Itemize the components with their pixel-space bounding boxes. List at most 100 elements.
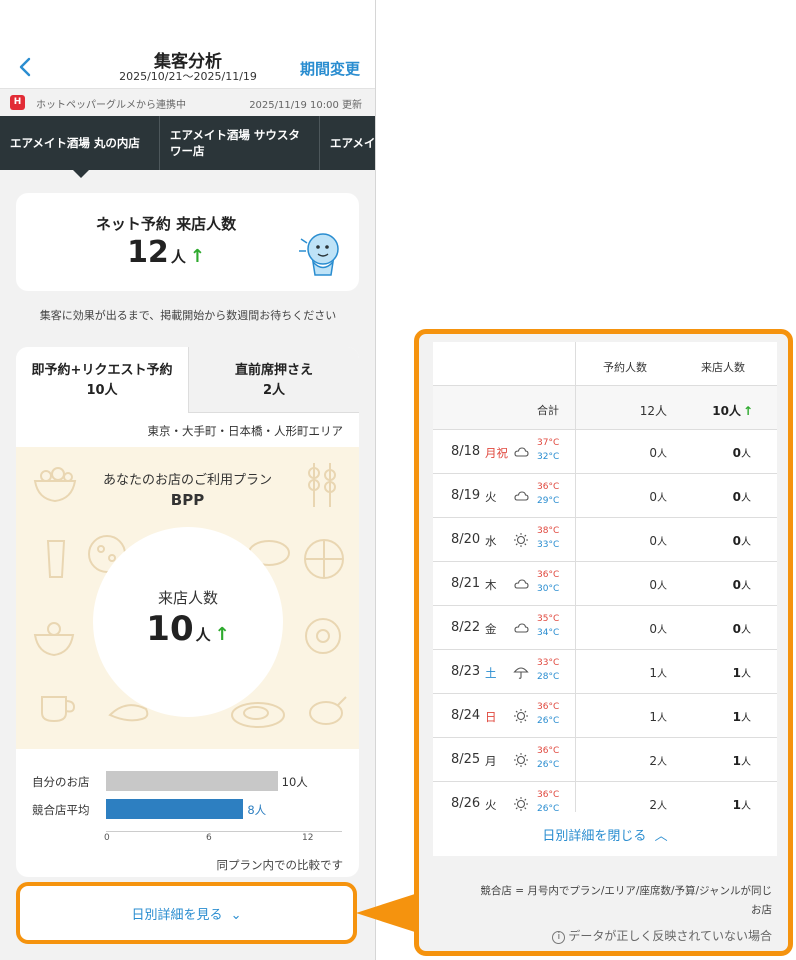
row-visits-value: 1 xyxy=(732,798,741,812)
net-reservation-card: ネット予約 来店人数 12 人 ↑ xyxy=(16,193,359,291)
close-daily-detail-button[interactable]: 日別詳細を閉じる ︿ xyxy=(433,812,777,856)
row-date: 8/18 xyxy=(451,444,481,459)
row-visits: 1人 xyxy=(691,753,751,768)
comparison-note: 同プラン内での比較です xyxy=(216,858,344,872)
row-reservations-unit: 人 xyxy=(657,625,667,636)
row-visits-value: 0 xyxy=(732,578,741,592)
row-reservations: 0人 xyxy=(607,577,667,592)
row-reservations-value: 0 xyxy=(649,490,657,504)
row-visits: 0人 xyxy=(691,577,751,592)
competitor-definition-note: 競合店 = 月号内でプラン/エリア/座席数/予算/ジャンルが同じ お店 xyxy=(432,882,772,920)
sun-icon xyxy=(513,752,529,768)
row-day-of-week: 月 xyxy=(485,754,497,768)
row-reservations-unit: 人 xyxy=(657,581,667,592)
bar-value-label: 10人 xyxy=(281,775,308,789)
chevron-down-icon: ⌄ xyxy=(230,908,242,923)
row-reservations-unit: 人 xyxy=(657,757,667,768)
row-visits: 0人 xyxy=(691,489,751,504)
row-visits: 1人 xyxy=(691,709,751,724)
row-reservations: 0人 xyxy=(607,489,667,504)
table-row: 8/26 火 36°C 26°C 2人 1人 xyxy=(433,782,777,812)
table-header-row: 予約人数 来店人数 xyxy=(433,342,777,386)
total-label: 合計 xyxy=(537,404,559,417)
row-visits: 1人 xyxy=(691,665,751,680)
area-label: 東京・大手町・日本橋・人形町エリア xyxy=(147,424,344,438)
trend-up-icon: ↑ xyxy=(189,246,205,267)
plan-name: BPP xyxy=(170,491,205,509)
store-tab-partial[interactable]: エアメイ xyxy=(320,116,375,170)
row-high-temp: 36°C xyxy=(537,746,560,756)
col-visits-header: 来店人数 xyxy=(701,361,745,374)
row-reservations-value: 0 xyxy=(649,534,657,548)
row-low-temp: 28°C xyxy=(537,672,560,682)
store-tab-marunouchi[interactable]: エアメイト酒場 丸の内店 xyxy=(0,116,160,170)
row-visits-unit: 人 xyxy=(741,581,751,592)
row-high-temp: 36°C xyxy=(537,790,560,800)
row-visits: 0人 xyxy=(691,445,751,460)
row-high-temp: 33°C xyxy=(537,658,560,668)
table-row: 8/22 金 35°C 34°C 0人 0人 xyxy=(433,606,777,650)
view-daily-detail-button[interactable]: 日別詳細を見る ⌄ xyxy=(20,904,353,923)
net-reservation-label: ネット予約 来店人数 xyxy=(95,215,237,233)
row-visits-value: 0 xyxy=(732,534,741,548)
row-high-temp: 36°C xyxy=(537,702,560,712)
tab-last-minute-title: 直前席押さえ xyxy=(234,363,313,378)
change-period-button[interactable]: 期間変更 xyxy=(300,58,360,79)
total-visits: 10人 ↑ xyxy=(695,402,753,419)
tab-instant-value: 10人 xyxy=(86,383,118,398)
row-reservations-value: 1 xyxy=(649,710,657,724)
sun-icon xyxy=(513,708,529,724)
row-low-temp: 30°C xyxy=(537,584,560,594)
bar-0 xyxy=(106,771,278,791)
table-total-row: 合計 12人 10人 ↑ xyxy=(433,386,777,430)
donut-icon xyxy=(305,618,341,654)
visit-count-value-group: 10 人 ↑ xyxy=(93,609,283,649)
competitor-note-line-1: 競合店 = 月号内でプラン/エリア/座席数/予算/ジャンルが同じ xyxy=(480,885,772,897)
roast-chicken-icon xyxy=(309,696,347,725)
data-warning-text: データが正しく反映されていない場合 xyxy=(568,929,772,943)
bar-1 xyxy=(106,799,244,819)
row-day-of-week: 土 xyxy=(485,666,497,680)
row-reservations: 1人 xyxy=(607,665,667,680)
chevron-up-icon: ︿ xyxy=(654,829,668,844)
visit-count-label: 来店人数 xyxy=(157,589,218,607)
total-visits-value: 10人 xyxy=(712,404,741,418)
salad-bowl-icon-2 xyxy=(33,622,75,657)
coffee-cup-icon xyxy=(41,696,76,723)
row-low-temp: 26°C xyxy=(537,804,560,812)
row-low-temp: 33°C xyxy=(537,540,560,550)
row-reservations-unit: 人 xyxy=(657,449,667,460)
row-visits-value: 1 xyxy=(732,710,741,724)
table-row: 8/18 月祝 37°C 32°C 0人 0人 xyxy=(433,430,777,474)
store-tab-south-tower[interactable]: エアメイト酒場 サウスタワー店 xyxy=(160,116,320,170)
row-visits-unit: 人 xyxy=(741,669,751,680)
row-day-of-week: 金 xyxy=(485,622,497,636)
visit-count-unit: 人 xyxy=(195,626,211,644)
table-row: 8/19 火 36°C 29°C 0人 0人 xyxy=(433,474,777,518)
sun-icon xyxy=(513,796,529,812)
plan-section: あなたのお店のご利用プラン BPP 来店人数 10 人 ↑ xyxy=(16,447,359,749)
row-high-temp: 35°C xyxy=(537,614,560,624)
cloud-icon xyxy=(513,576,529,592)
chart-axis xyxy=(106,831,342,832)
row-visits-unit: 人 xyxy=(741,713,751,724)
row-date: 8/24 xyxy=(451,708,481,723)
row-visits: 1人 xyxy=(691,797,751,812)
net-reservation-unit: 人 xyxy=(170,248,186,266)
sync-updated-time: 2025/11/19 10:00 更新 xyxy=(249,100,362,111)
view-daily-detail-label: 日別詳細を見る xyxy=(131,908,223,923)
row-high-temp: 36°C xyxy=(537,482,560,492)
row-visits-unit: 人 xyxy=(741,801,751,812)
competitor-note-line-2: お店 xyxy=(751,904,772,916)
row-visits-value: 0 xyxy=(732,622,741,636)
tab-last-minute-seats[interactable]: 直前席押さえ 2人 xyxy=(188,347,359,413)
data-warning-link[interactable]: i データが正しく反映されていない場合 xyxy=(552,927,772,944)
row-visits-value: 1 xyxy=(732,666,741,680)
visit-count-value: 10 xyxy=(146,609,194,649)
axis-tick-label: 6 xyxy=(206,833,212,843)
tab-instant-reservation[interactable]: 即予約+リクエスト予約 10人 xyxy=(16,347,188,413)
row-reservations: 0人 xyxy=(607,621,667,636)
tab-last-minute-value: 2人 xyxy=(262,383,286,398)
info-icon: i xyxy=(552,931,566,944)
row-reservations-value: 0 xyxy=(649,446,657,460)
